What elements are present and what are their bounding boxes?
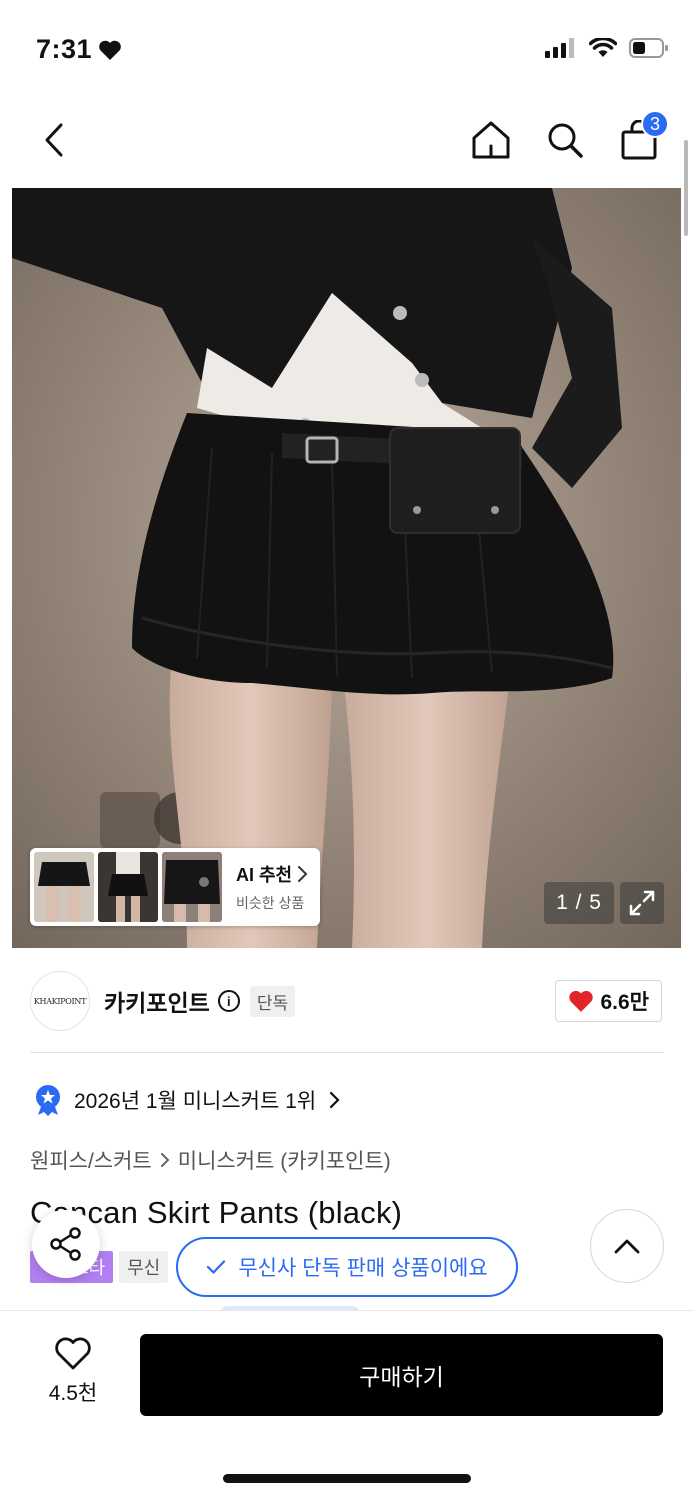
status-bar: 7:31	[0, 0, 693, 96]
ai-thumb-2-image	[98, 852, 158, 922]
ranking-badge-icon	[36, 1085, 60, 1116]
chevron-right-icon	[298, 866, 308, 882]
home-icon	[472, 121, 510, 159]
breadcrumb-item-mini-skirt[interactable]: 미니스커트 (카키포인트)	[178, 1145, 391, 1175]
scroll-indicator	[684, 140, 688, 236]
status-time: 7:31	[36, 34, 122, 65]
tag-musinsa: 무신	[119, 1251, 169, 1283]
expand-icon	[629, 890, 655, 916]
wifi-icon	[589, 38, 617, 57]
ai-recommend-subtitle: 비슷한 상품	[236, 895, 305, 911]
ai-recommend-card[interactable]: AI 추천 비슷한 상품	[30, 848, 320, 926]
ranking-text: 2026년 1월 미니스커트 1위	[74, 1090, 317, 1113]
ai-thumb-1	[34, 852, 94, 922]
share-button[interactable]	[32, 1210, 100, 1278]
heart-filled-icon	[569, 990, 594, 1012]
back-button[interactable]	[34, 118, 74, 162]
heart-outline-icon	[55, 1337, 91, 1370]
chevron-right-icon	[160, 1153, 170, 1167]
info-icon[interactable]: i	[217, 990, 240, 1012]
ai-recommend-title: AI 추천	[236, 861, 308, 887]
exclusive-notice-text: 무신사 단독 판매 상품이에요	[238, 1257, 488, 1280]
status-icons	[545, 38, 669, 58]
search-icon	[548, 123, 583, 158]
ranking-link[interactable]: 2026년 1월 미니스커트 1위	[34, 1084, 340, 1116]
time-text: 7:31	[36, 34, 93, 64]
product-image[interactable]: AI 추천 비슷한 상품 1 / 5	[12, 188, 681, 948]
battery-icon	[629, 38, 668, 58]
brand-name[interactable]: 카키포인트	[104, 984, 210, 1018]
ai-thumb-3-image	[162, 852, 222, 922]
scroll-to-top-button[interactable]	[590, 1209, 664, 1283]
chevron-up-icon	[614, 1239, 640, 1254]
buy-button[interactable]: 구매하기	[140, 1334, 663, 1416]
breadcrumb-item-dress-skirt[interactable]: 원피스/스커트	[30, 1145, 152, 1175]
ai-thumb-3	[162, 852, 222, 922]
brand-like-button[interactable]: 6.6만	[555, 980, 662, 1022]
top-nav: 3	[0, 96, 693, 188]
breadcrumb: 원피스/스커트 미니스커트 (카키포인트)	[30, 1145, 391, 1175]
cart-button[interactable]: 3	[617, 110, 669, 164]
wishlist-count: 4.5천	[48, 1382, 98, 1405]
ai-thumb-1-image	[34, 852, 94, 922]
image-counter: 1 / 5	[544, 882, 614, 924]
exclusive-tag: 단독	[249, 985, 296, 1017]
share-icon	[50, 1227, 81, 1261]
heart-status-icon	[99, 40, 121, 60]
chevron-left-icon	[45, 123, 63, 157]
wishlist-button[interactable]: 4.5천	[40, 1337, 106, 1407]
cart-count-badge: 3	[641, 110, 669, 138]
nav-actions: 3	[469, 110, 669, 164]
exclusive-notice-pill: 무신사 단독 판매 상품이에요	[176, 1237, 518, 1297]
bottom-bar: 4.5천 구매하기	[0, 1310, 693, 1500]
brand-like-count: 6.6만	[600, 991, 649, 1014]
product-photo	[12, 188, 681, 948]
brand-row: KHAKIPOINT 카키포인트 i 단독 6.6만	[30, 968, 664, 1034]
divider	[30, 1052, 664, 1053]
expand-image-button[interactable]	[620, 882, 664, 924]
ai-recommend-title-text: AI 추천	[236, 865, 293, 885]
ai-recommend-text: AI 추천 비슷한 상품	[236, 861, 308, 913]
chevron-right-icon	[330, 1091, 340, 1109]
cellular-signal-icon	[545, 38, 574, 58]
home-button[interactable]	[469, 116, 513, 164]
home-indicator	[223, 1474, 471, 1483]
ai-thumb-2	[98, 852, 158, 922]
search-button[interactable]	[543, 116, 587, 164]
brand-logo[interactable]: KHAKIPOINT	[30, 971, 90, 1031]
check-icon	[207, 1260, 226, 1274]
